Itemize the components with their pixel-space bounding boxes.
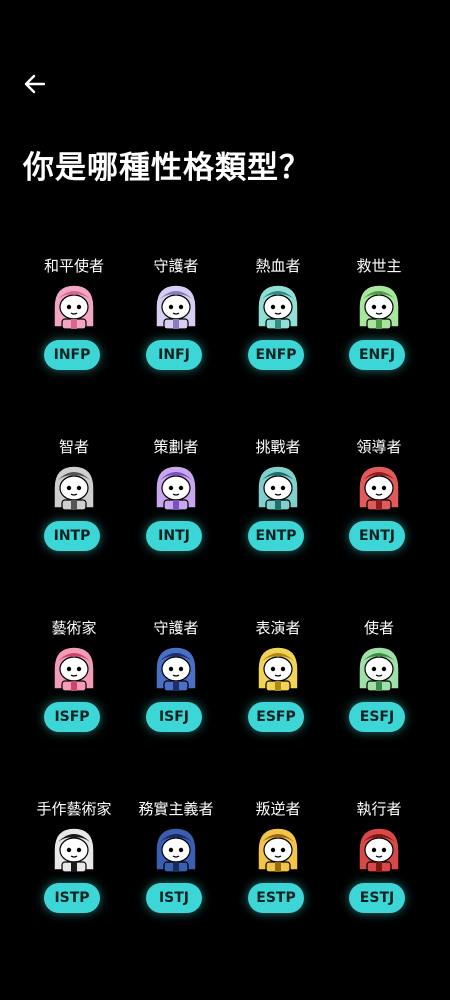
type-name: 使者 bbox=[363, 619, 394, 637]
mbti-badge-infp[interactable]: INFP bbox=[44, 340, 100, 370]
type-card-estj[interactable]: 執行者 ESTJ bbox=[327, 798, 431, 928]
type-name: 手作藝術家 bbox=[36, 800, 112, 818]
green-crown-mascot-icon bbox=[358, 284, 400, 330]
type-card-intp[interactable]: 智者 INTP bbox=[22, 436, 126, 566]
type-name: 執行者 bbox=[356, 800, 402, 818]
pink-hat-mascot-icon bbox=[53, 284, 95, 330]
type-name: 守護者 bbox=[153, 257, 199, 275]
type-name: 智者 bbox=[58, 438, 89, 456]
green-cheer-mascot-icon bbox=[358, 646, 400, 692]
navy-nurse-mascot-icon bbox=[155, 646, 197, 692]
type-card-infj[interactable]: 守護者 INFJ bbox=[124, 255, 228, 385]
mbti-badge-entp[interactable]: ENTP bbox=[248, 521, 304, 551]
mbti-badge-estp[interactable]: ESTP bbox=[248, 883, 304, 913]
type-name: 守護者 bbox=[153, 619, 199, 637]
mbti-badge-esfj[interactable]: ESFJ bbox=[349, 702, 405, 732]
black-hammer-mascot-icon bbox=[53, 827, 95, 873]
type-card-istj[interactable]: 務實主義者 ISTJ bbox=[124, 798, 228, 928]
mbti-badge-esfp[interactable]: ESFP bbox=[248, 702, 304, 732]
type-card-intj[interactable]: 策劃者 INTJ bbox=[124, 436, 228, 566]
red-hair-mascot-icon bbox=[358, 465, 400, 511]
type-name: 叛逆者 bbox=[255, 800, 301, 818]
type-card-enfj[interactable]: 救世主 ENFJ bbox=[327, 255, 431, 385]
type-name: 熱血者 bbox=[255, 257, 301, 275]
type-name: 藝術家 bbox=[51, 619, 97, 637]
type-card-isfp[interactable]: 藝術家 ISFP bbox=[22, 617, 126, 747]
red-cap-mascot-icon bbox=[358, 827, 400, 873]
yellow-cap-mascot-icon bbox=[257, 827, 299, 873]
mbti-badge-intp[interactable]: INTP bbox=[44, 521, 100, 551]
type-name: 表演者 bbox=[255, 619, 301, 637]
type-name: 領導者 bbox=[356, 438, 402, 456]
type-name: 策劃者 bbox=[153, 438, 199, 456]
mbti-badge-intj[interactable]: INTJ bbox=[146, 521, 202, 551]
type-card-esfj[interactable]: 使者 ESFJ bbox=[327, 617, 431, 747]
mbti-badge-isfp[interactable]: ISFP bbox=[44, 702, 100, 732]
type-card-istp[interactable]: 手作藝術家 ISTP bbox=[22, 798, 126, 928]
yellow-hat-mascot-icon bbox=[257, 646, 299, 692]
navy-glasses-mascot-icon bbox=[155, 827, 197, 873]
type-card-isfj[interactable]: 守護者 ISFJ bbox=[124, 617, 228, 747]
teal-fairy-mascot-icon bbox=[257, 284, 299, 330]
type-name: 救世主 bbox=[356, 257, 402, 275]
grey-scholar-mascot-icon bbox=[53, 465, 95, 511]
type-name: 務實主義者 bbox=[138, 800, 214, 818]
type-card-infp[interactable]: 和平使者 INFP bbox=[22, 255, 126, 385]
type-card-enfp[interactable]: 熱血者 ENFP bbox=[226, 255, 330, 385]
type-card-estp[interactable]: 叛逆者 ESTP bbox=[226, 798, 330, 928]
type-grid: 和平使者 INFP 守護者 INFJ 熱血者 ENFP 救世主 ENFJ 智者 INTP 策劃者 IN… bbox=[0, 0, 450, 1000]
type-name: 挑戰者 bbox=[255, 438, 301, 456]
pink-beret-mascot-icon bbox=[53, 646, 95, 692]
mbti-badge-istp[interactable]: ISTP bbox=[44, 883, 100, 913]
mbti-badge-enfp[interactable]: ENFP bbox=[248, 340, 304, 370]
purple-twintail-mascot-icon bbox=[155, 465, 197, 511]
mbti-badge-enfj[interactable]: ENFJ bbox=[349, 340, 405, 370]
teal-bun-mascot-icon bbox=[257, 465, 299, 511]
type-name: 和平使者 bbox=[43, 257, 104, 275]
mbti-badge-istj[interactable]: ISTJ bbox=[146, 883, 202, 913]
type-card-entj[interactable]: 領導者 ENTJ bbox=[327, 436, 431, 566]
mbti-badge-estj[interactable]: ESTJ bbox=[349, 883, 405, 913]
type-card-entp[interactable]: 挑戰者 ENTP bbox=[226, 436, 330, 566]
lavender-wand-mascot-icon bbox=[155, 284, 197, 330]
mbti-badge-entj[interactable]: ENTJ bbox=[349, 521, 405, 551]
mbti-badge-isfj[interactable]: ISFJ bbox=[146, 702, 202, 732]
mbti-badge-infj[interactable]: INFJ bbox=[146, 340, 202, 370]
type-card-esfp[interactable]: 表演者 ESFP bbox=[226, 617, 330, 747]
